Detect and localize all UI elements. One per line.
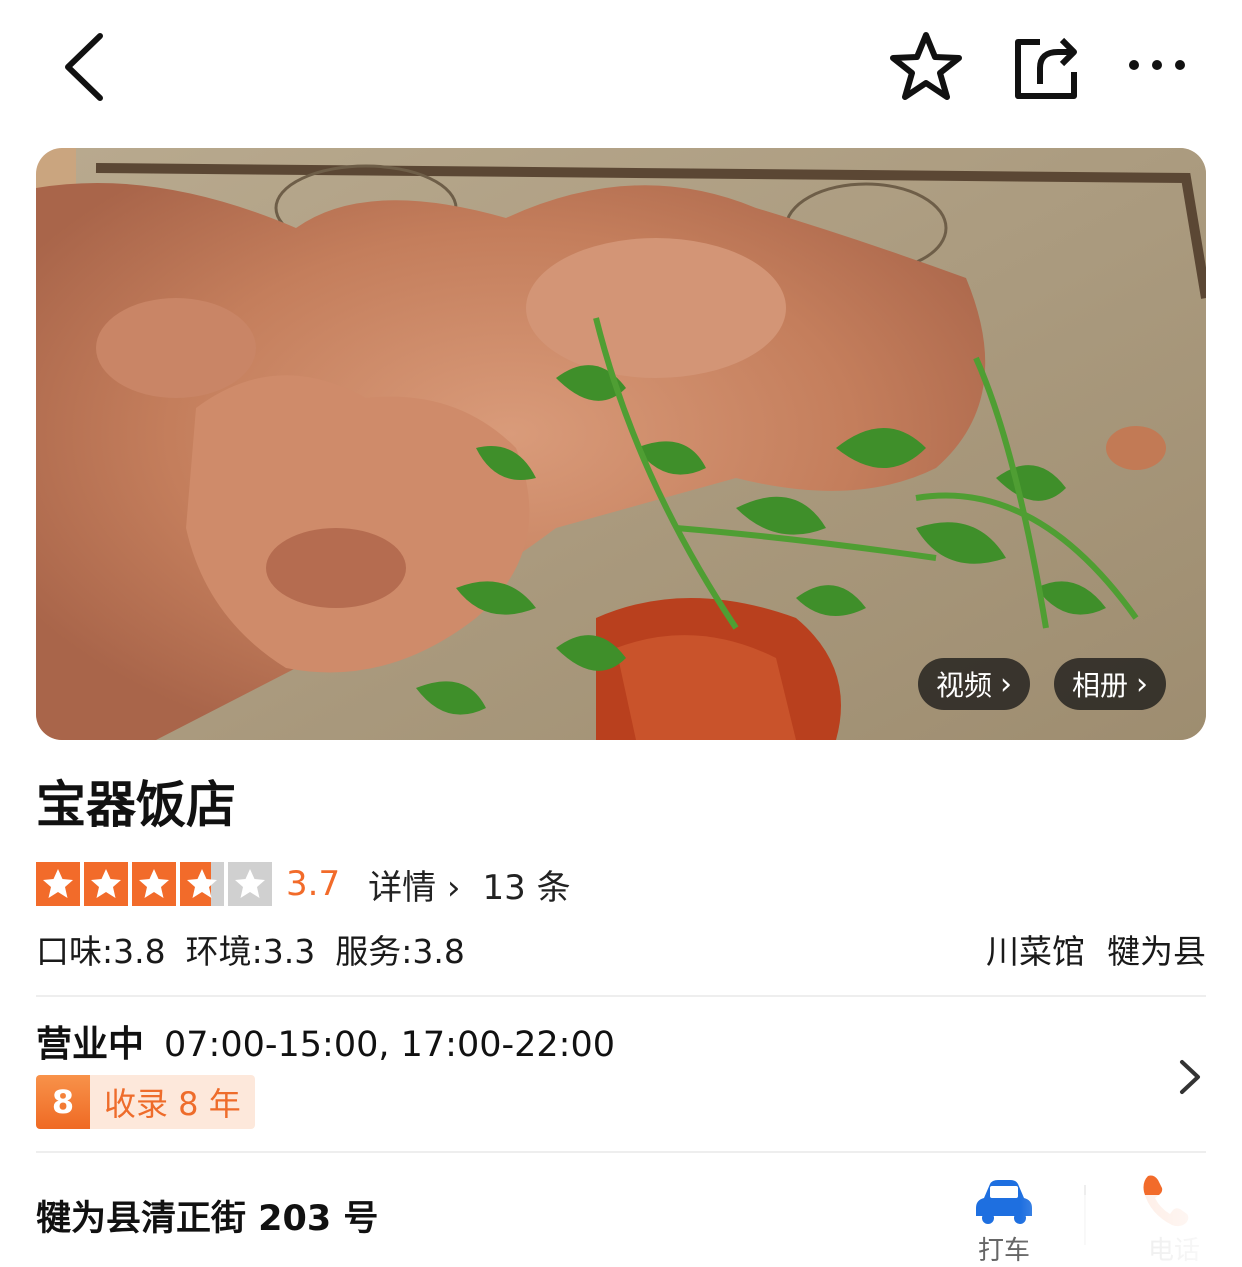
hours-text: 07:00-15:00, 17:00-22:00 — [164, 1025, 615, 1065]
back-button[interactable] — [58, 30, 112, 108]
video-button[interactable]: 视频 › — [918, 658, 1031, 710]
taste-score: 口味:3.8 — [36, 932, 166, 971]
review-count: 13 条 — [482, 867, 571, 908]
badge-number: 8 — [36, 1075, 90, 1129]
share-button[interactable] — [1012, 34, 1080, 104]
rating-star — [180, 862, 224, 906]
more-dots-icon — [1129, 60, 1185, 70]
rating-star — [228, 862, 272, 906]
details-label: 详情 — [368, 867, 437, 908]
star-icon — [132, 862, 176, 906]
open-status: 营业中 — [36, 1024, 145, 1065]
chevron-right-icon — [1180, 1060, 1200, 1094]
region-tag[interactable]: 犍为县 — [1107, 932, 1206, 971]
shop-address[interactable]: 犍为县清正街 203 号 — [36, 1190, 378, 1241]
details-link[interactable]: 详情 › — [368, 860, 460, 909]
category-tag[interactable]: 川菜馆 — [986, 932, 1085, 971]
environment-score: 环境:3.3 — [185, 932, 316, 971]
star-icon — [180, 862, 224, 906]
video-label: 视频 — [936, 669, 993, 702]
hours-chevron-button[interactable] — [1178, 1058, 1202, 1100]
favorite-button[interactable] — [888, 30, 964, 106]
star-icon — [36, 862, 80, 906]
more-button[interactable] — [1126, 54, 1188, 80]
divider — [36, 995, 1206, 997]
chevron-right-icon: › — [1000, 666, 1013, 702]
service-score: 服务:3.8 — [335, 932, 465, 971]
top-nav — [0, 0, 1242, 140]
star-rating — [36, 862, 276, 906]
share-icon — [1015, 37, 1077, 99]
rating-star — [36, 862, 80, 906]
rating-star — [84, 862, 128, 906]
sub-info-row: 口味:3.8 环境:3.3 服务:3.8 川菜馆 犍为县 — [36, 925, 1206, 973]
hero-food-photo[interactable] — [36, 148, 1206, 740]
chevron-right-icon: › — [1136, 666, 1149, 702]
rating-row: 3.7 详情 › 13 条 — [36, 860, 571, 908]
divider — [36, 1151, 1206, 1153]
badge-text: 收录 8 年 — [90, 1075, 255, 1129]
listed-years-badge: 8 收录 8 年 — [36, 1075, 255, 1129]
album-label: 相册 — [1072, 669, 1129, 702]
chevron-right-icon: › — [446, 867, 461, 908]
shop-tags: 川菜馆 犍为县 — [964, 925, 1206, 973]
food-photo-illustration — [36, 148, 1206, 740]
bottom-fade-overlay — [1020, 1195, 1242, 1267]
business-hours[interactable]: 营业中 07:00-15:00, 17:00-22:00 — [36, 1015, 615, 1065]
rating-score: 3.7 — [286, 864, 341, 904]
star-icon — [228, 862, 272, 906]
star-outline-icon — [890, 32, 962, 100]
shop-name: 宝器饭店 — [36, 776, 236, 834]
chevron-left-icon — [65, 33, 103, 101]
sub-scores: 口味:3.8 环境:3.3 服务:3.8 — [36, 925, 485, 973]
album-button[interactable]: 相册 › — [1054, 658, 1167, 710]
star-icon — [84, 862, 128, 906]
rating-star — [132, 862, 176, 906]
